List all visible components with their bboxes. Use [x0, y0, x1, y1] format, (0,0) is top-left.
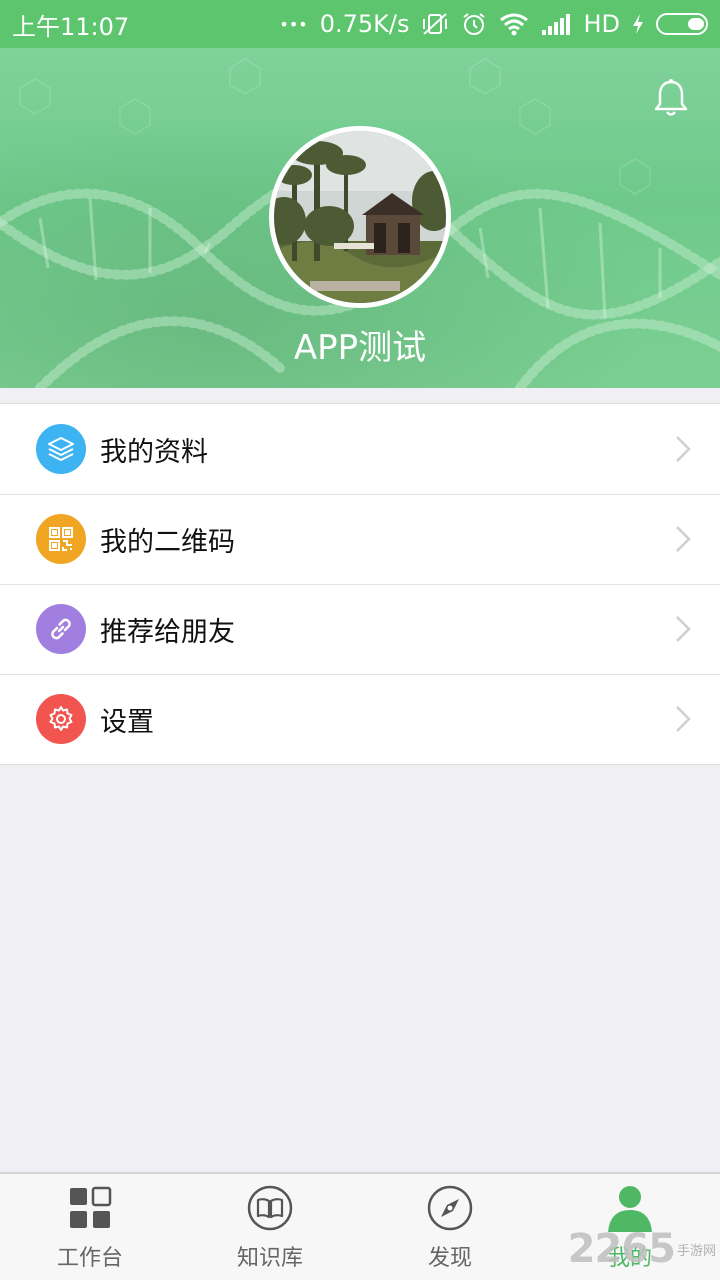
watermark-text: 手游网	[676, 1243, 716, 1259]
menu-item-label: 设置	[100, 706, 154, 738]
vibrate-off-icon	[421, 11, 449, 37]
grid-icon	[70, 1186, 112, 1228]
qrcode-icon	[36, 514, 86, 564]
profile-username: APP测试	[293, 328, 427, 368]
person-icon	[608, 1186, 652, 1232]
compass-icon	[427, 1185, 473, 1231]
avatar-photo	[274, 131, 446, 303]
tab-workbench[interactable]: 工作台	[0, 1174, 180, 1280]
book-icon	[247, 1185, 293, 1231]
menu-item-label: 推荐给朋友	[100, 616, 235, 648]
signal-icon	[541, 12, 571, 36]
watermark-number: 2265	[567, 1226, 676, 1272]
tab-label: 工作台	[56, 1246, 123, 1271]
network-type: HD	[583, 10, 620, 38]
more-dots: •••	[279, 14, 308, 34]
layers-icon	[36, 424, 86, 474]
status-bar: 上午11:07 ••• 0.75K/s HD	[0, 0, 720, 48]
chevron-right-icon	[676, 616, 691, 642]
chevron-right-icon	[676, 526, 691, 552]
profile-header: APP测试	[0, 48, 720, 388]
profile-menu: 我的资料 我的二维码 推荐给朋友 设置	[0, 403, 720, 765]
menu-item-my-qrcode[interactable]: 我的二维码	[0, 494, 720, 584]
site-watermark: 2265 手游网	[568, 1226, 716, 1272]
menu-item-label: 我的资料	[100, 436, 208, 468]
menu-item-recommend-friend[interactable]: 推荐给朋友	[0, 584, 720, 674]
charging-icon	[632, 13, 644, 35]
menu-item-my-profile[interactable]: 我的资料	[0, 404, 720, 494]
gear-icon	[36, 694, 86, 744]
chevron-right-icon	[676, 436, 691, 462]
menu-item-label: 我的二维码	[100, 526, 235, 558]
alarm-icon	[461, 11, 487, 37]
network-speed: 0.75K/s	[319, 10, 410, 38]
wifi-icon	[499, 12, 529, 36]
link-icon	[36, 604, 86, 654]
tab-knowledge-base[interactable]: 知识库	[180, 1174, 360, 1280]
battery-icon	[656, 13, 708, 35]
status-time: 上午11:07	[12, 12, 130, 41]
chevron-right-icon	[676, 706, 691, 732]
notification-bell-icon[interactable]	[652, 78, 690, 118]
avatar[interactable]	[269, 126, 451, 308]
tab-label: 知识库	[236, 1246, 303, 1271]
tab-discover[interactable]: 发现	[360, 1174, 540, 1280]
tab-label: 发现	[427, 1246, 472, 1271]
menu-item-settings[interactable]: 设置	[0, 674, 720, 764]
